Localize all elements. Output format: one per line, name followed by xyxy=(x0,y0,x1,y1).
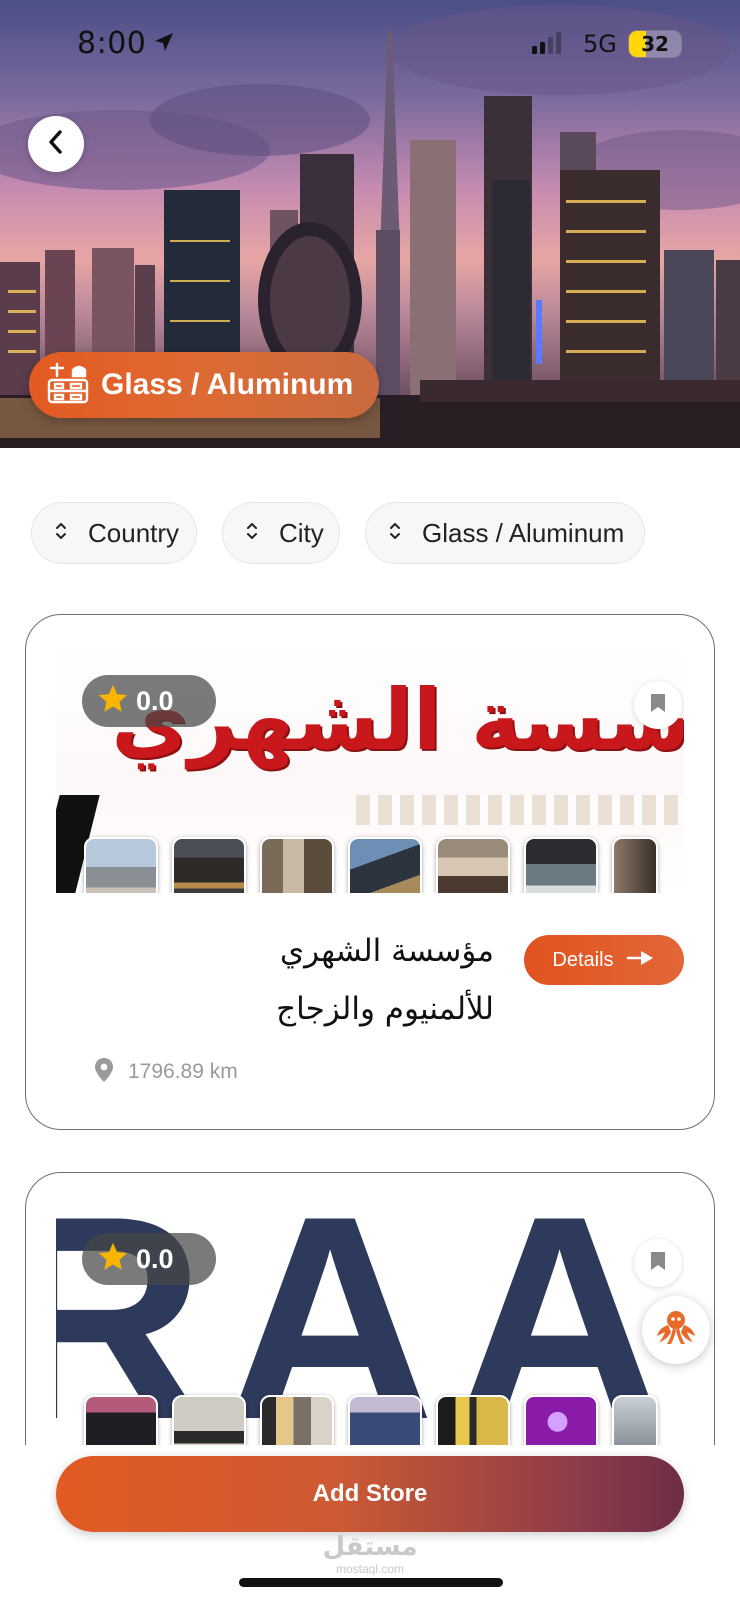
chevron-left-icon xyxy=(45,129,67,159)
rating-value: 0.0 xyxy=(136,685,174,716)
assistant-button[interactable] xyxy=(642,1296,710,1364)
battery-icon: 32 xyxy=(628,30,682,58)
status-bar: 8:00 5G 32 xyxy=(0,0,740,90)
network-type: 5G xyxy=(583,30,617,58)
gallery-thumbnail[interactable] xyxy=(436,837,510,893)
add-store-label: Add Store xyxy=(312,1480,428,1507)
gallery-thumbnail[interactable] xyxy=(436,1395,510,1451)
status-time: 8:00 xyxy=(77,26,147,61)
location-arrow-icon xyxy=(152,30,176,58)
store-name-line1: مؤسسة الشهري xyxy=(279,933,494,969)
gallery-thumbnail[interactable] xyxy=(612,1395,658,1451)
battery-level: 32 xyxy=(641,32,669,56)
category-filter-label: Glass / Aluminum xyxy=(422,517,625,548)
rating-value: 0.0 xyxy=(136,1243,174,1274)
filter-bar: Country City Glass / Aluminum xyxy=(0,502,740,564)
country-filter-label: Country xyxy=(88,517,180,548)
bookmark-icon xyxy=(649,692,667,718)
distance-value: 1796.89 km xyxy=(128,1060,238,1083)
cellular-signal-icon xyxy=(532,30,561,54)
sort-chevrons-icon xyxy=(388,520,402,546)
store-banner-image: سسة الشهري 0.0 xyxy=(56,645,684,893)
category-filter[interactable]: Glass / Aluminum xyxy=(365,502,645,564)
enter-arrow-icon xyxy=(626,948,656,972)
city-filter[interactable]: City xyxy=(222,502,340,564)
gallery-thumbnails xyxy=(84,837,658,893)
store-banner-image: RAA 0.0 xyxy=(56,1203,684,1451)
gallery-thumbnail[interactable] xyxy=(612,837,658,893)
rating-badge: 0.0 xyxy=(82,675,216,727)
gallery-thumbnail[interactable] xyxy=(260,837,334,893)
add-store-button[interactable]: Add Store xyxy=(56,1456,684,1532)
star-icon xyxy=(96,682,130,720)
store-name-line2: للألمنيوم والزجاج xyxy=(276,991,494,1027)
location-pin-icon xyxy=(94,1057,114,1087)
gallery-thumbnail[interactable] xyxy=(524,837,598,893)
gallery-thumbnail[interactable] xyxy=(84,1395,158,1451)
back-button[interactable] xyxy=(28,116,84,172)
details-label: Details xyxy=(552,948,614,971)
store-card[interactable]: RAA 0.0 xyxy=(25,1172,715,1492)
gallery-thumbnails xyxy=(84,1395,658,1451)
city-filter-label: City xyxy=(279,517,324,548)
gallery-thumbnail[interactable] xyxy=(260,1395,334,1451)
gallery-thumbnail[interactable] xyxy=(348,1395,422,1451)
country-filter[interactable]: Country xyxy=(31,502,197,564)
store-card[interactable]: سسة الشهري 0.0 مؤسسة الشهري للألمنيوم وا… xyxy=(25,614,715,1130)
workbench-icon xyxy=(45,360,91,410)
distance-row: 1796.89 km xyxy=(94,1057,238,1087)
octopus-icon xyxy=(653,1308,699,1352)
bookmark-button[interactable] xyxy=(634,1239,682,1287)
sort-chevrons-icon xyxy=(245,520,259,546)
star-icon xyxy=(96,1240,130,1278)
bookmark-button[interactable] xyxy=(634,681,682,729)
home-indicator[interactable] xyxy=(239,1578,503,1587)
gallery-thumbnail[interactable] xyxy=(524,1395,598,1451)
watermark-arabic: مستقل xyxy=(322,1532,418,1562)
bookmark-icon xyxy=(649,1250,667,1276)
details-button[interactable]: Details xyxy=(524,935,684,985)
rating-badge: 0.0 xyxy=(82,1233,216,1285)
gallery-thumbnail[interactable] xyxy=(172,1395,246,1451)
watermark: مستقل mostaql.com xyxy=(300,1532,440,1576)
gallery-thumbnail[interactable] xyxy=(348,837,422,893)
category-badge: Glass / Aluminum xyxy=(29,352,379,418)
category-label: Glass / Aluminum xyxy=(101,368,354,401)
sort-chevrons-icon xyxy=(54,520,68,546)
gallery-thumbnail[interactable] xyxy=(84,837,158,893)
hero-header: 8:00 5G 32 Glass / Aluminum xyxy=(0,0,740,448)
gallery-thumbnail[interactable] xyxy=(172,837,246,893)
watermark-latin: mostaql.com xyxy=(335,1562,405,1576)
